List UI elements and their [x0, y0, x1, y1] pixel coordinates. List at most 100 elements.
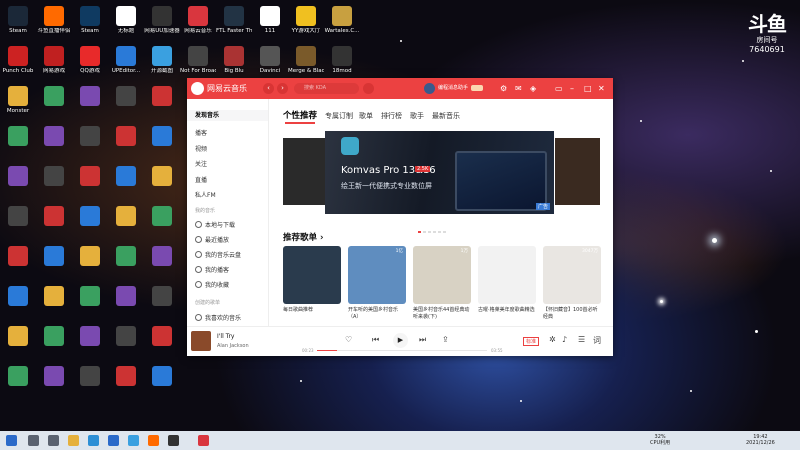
- quality-button[interactable]: 标准: [523, 337, 540, 346]
- desktop-icon[interactable]: 18mod: [324, 46, 360, 75]
- desktop-icon[interactable]: [72, 126, 108, 146]
- recommended-playlists-title[interactable]: 推荐歌单 ›: [283, 231, 323, 243]
- desktop-icon[interactable]: 111: [252, 6, 288, 35]
- sidebar-item-collection[interactable]: 我的收藏: [195, 280, 229, 289]
- progress-bar[interactable]: [317, 350, 487, 351]
- sidebar-item-podcast[interactable]: 播客: [195, 128, 207, 137]
- desktop-icon[interactable]: [0, 286, 36, 306]
- shirt-icon[interactable]: ◈: [530, 83, 536, 94]
- banner-dot[interactable]: [433, 231, 436, 233]
- douyu-icon[interactable]: [148, 435, 159, 446]
- desktop-icon[interactable]: [108, 86, 144, 106]
- desktop-icon[interactable]: [108, 286, 144, 306]
- tab-custom[interactable]: 专属订制: [325, 111, 353, 121]
- desktop-icon[interactable]: [108, 326, 144, 346]
- playlist-card[interactable]: 1万 美国乡村音乐44首经典动听来袭(下): [413, 246, 471, 321]
- banner-dot[interactable]: [418, 231, 421, 233]
- desktop-icon[interactable]: [144, 366, 180, 386]
- search-input[interactable]: 搜索 KDA: [294, 83, 359, 94]
- lyrics-icon[interactable]: 词: [593, 335, 601, 346]
- desktop-icon[interactable]: [144, 326, 180, 346]
- desktop-icon[interactable]: [0, 126, 36, 146]
- desktop-icon[interactable]: [0, 366, 36, 386]
- desktop-icon[interactable]: [108, 206, 144, 226]
- tab-new-music[interactable]: 最新音乐: [432, 111, 460, 121]
- desktop-icon[interactable]: Davinci: [252, 46, 288, 75]
- desktop-icon[interactable]: [72, 206, 108, 226]
- edge-icon[interactable]: [88, 435, 99, 446]
- desktop-icon[interactable]: [144, 126, 180, 146]
- mail-icon[interactable]: ✉: [515, 83, 522, 94]
- desktop-icon[interactable]: [144, 166, 180, 186]
- desktop-icon[interactable]: [36, 326, 72, 346]
- app-icon[interactable]: [128, 435, 139, 446]
- sidebar-item-video[interactable]: 视频: [195, 144, 207, 153]
- song-title[interactable]: I'll Try: [217, 333, 234, 340]
- desktop-icon[interactable]: [0, 206, 36, 226]
- vip-badge[interactable]: [471, 85, 483, 91]
- desktop-icon[interactable]: Merge & Blade: [288, 46, 324, 75]
- desktop-icon[interactable]: [72, 166, 108, 186]
- next-icon[interactable]: ⏭: [419, 335, 426, 345]
- desktop-icon[interactable]: Wartales.C...: [324, 6, 360, 35]
- tab-charts[interactable]: 排行榜: [381, 111, 402, 121]
- desktop-icon[interactable]: [72, 286, 108, 306]
- playlist-card[interactable]: 每日歌曲推荐: [283, 246, 341, 314]
- sidebar-item-discover[interactable]: 发现音乐: [187, 110, 268, 121]
- banner-prev-slide[interactable]: [283, 138, 328, 205]
- mini-mode-icon[interactable]: ▭: [555, 83, 563, 94]
- music-app-window[interactable]: 网易云音乐 ‹ › 搜索 KDA 编程消息助手 ⚙ ✉ ◈ ▭ – □ ✕ 发现…: [187, 78, 613, 356]
- heart-icon[interactable]: ♡: [345, 335, 352, 344]
- desktop-icon[interactable]: YY游戏大厅: [288, 6, 324, 35]
- desktop-icon[interactable]: [72, 86, 108, 106]
- desktop-icon[interactable]: [0, 166, 36, 186]
- desktop-icon[interactable]: [144, 246, 180, 266]
- windows-start-icon[interactable]: [6, 435, 17, 446]
- banner-dot[interactable]: [438, 231, 441, 233]
- playlist-card[interactable]: 3047万 【怀旧藏音】100首必听经典: [543, 246, 601, 321]
- desktop-icon[interactable]: 网易云音乐: [180, 6, 216, 35]
- desktop-icon[interactable]: Steam: [0, 6, 36, 35]
- banner-dot[interactable]: [443, 231, 446, 233]
- now-playing-cover[interactable]: [191, 331, 211, 351]
- artist-name[interactable]: Alan Jackson: [217, 343, 249, 349]
- desktop-icon[interactable]: [108, 366, 144, 386]
- minimize-icon[interactable]: –: [570, 83, 574, 94]
- volume-icon[interactable]: ♪: [562, 335, 567, 344]
- steam-icon[interactable]: [168, 435, 179, 446]
- banner-next-slide[interactable]: [555, 138, 600, 205]
- prev-icon[interactable]: ⏮: [372, 335, 379, 345]
- desktop-icon[interactable]: 无标题: [108, 6, 144, 35]
- sidebar-item-my-podcast[interactable]: 我的播客: [195, 265, 229, 274]
- task-view-icon[interactable]: [48, 435, 59, 446]
- playlist-card[interactable]: 1亿 开车听的美国乡村音乐（A）: [348, 246, 406, 321]
- tab-playlists[interactable]: 歌单: [359, 111, 373, 121]
- desktop-icon[interactable]: [36, 206, 72, 226]
- desktop-icon[interactable]: 斗鱼直播伴侣: [36, 6, 72, 35]
- sidebar-item-local[interactable]: 本地与下载: [195, 220, 235, 229]
- desktop-icon[interactable]: [144, 86, 180, 106]
- desktop-icon[interactable]: [108, 166, 144, 186]
- desktop-icon[interactable]: [0, 86, 36, 106]
- desktop-icon[interactable]: [36, 366, 72, 386]
- desktop-icon[interactable]: [72, 366, 108, 386]
- tab-artists[interactable]: 歌手: [410, 111, 424, 121]
- sidebar-item-live[interactable]: 直播: [195, 175, 207, 184]
- play-button[interactable]: ▶: [393, 333, 408, 348]
- desktop-icon[interactable]: [36, 126, 72, 146]
- desktop-icon[interactable]: [0, 326, 36, 346]
- desktop-icon[interactable]: 开源截图: [144, 46, 180, 75]
- desktop-icon[interactable]: [36, 246, 72, 266]
- netease-music-icon[interactable]: [198, 435, 209, 446]
- desktop-icon[interactable]: [108, 126, 144, 146]
- desktop-icon[interactable]: [36, 86, 72, 106]
- desktop-icon[interactable]: [144, 286, 180, 306]
- desktop-icon[interactable]: Punch Club: [0, 46, 36, 75]
- playlist-card[interactable]: 古曜·格莱美年度歌曲精选: [478, 246, 536, 314]
- user-name[interactable]: 编程消息助手: [438, 84, 468, 91]
- desktop-icon[interactable]: [108, 246, 144, 266]
- sidebar-item-follow[interactable]: 关注: [195, 159, 207, 168]
- maximize-icon[interactable]: □: [584, 83, 592, 94]
- desktop-icon[interactable]: [72, 326, 108, 346]
- sidebar-item-liked[interactable]: 我喜欢的音乐: [195, 313, 241, 322]
